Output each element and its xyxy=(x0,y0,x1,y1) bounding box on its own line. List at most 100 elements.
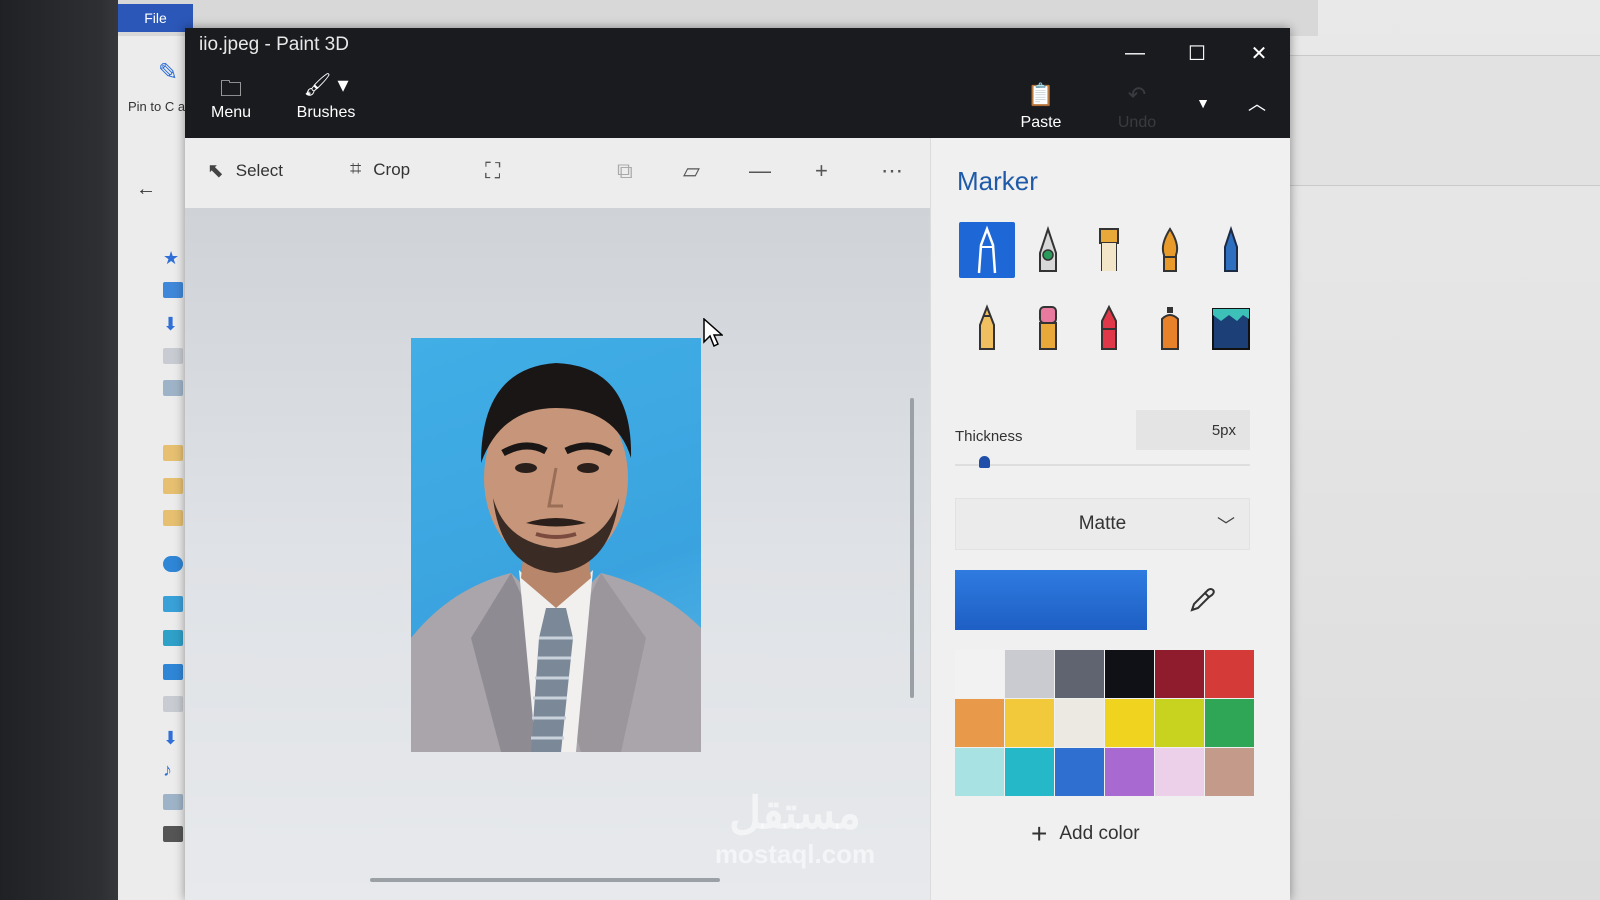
clipboard-icon: 📋 xyxy=(1027,82,1055,107)
panel-title: Marker xyxy=(957,166,1038,196)
canvas-toolbar: ⬉ Select ⌗ Crop ⛶ ⧉ ▱ — + ⋯ xyxy=(185,138,930,208)
cursor-icon: ⬉ xyxy=(207,160,224,182)
horizontal-scrollbar[interactable] xyxy=(370,878,720,882)
eyedropper-button[interactable] xyxy=(1157,570,1247,630)
calligraphy-pen-brush[interactable] xyxy=(1020,222,1076,278)
color-swatch[interactable] xyxy=(1155,748,1204,796)
this-pc-icon[interactable] xyxy=(163,596,183,612)
color-swatch[interactable] xyxy=(1155,650,1204,698)
thickness-slider[interactable] xyxy=(955,464,1250,466)
monitor-bezel xyxy=(0,0,125,900)
folder-icon[interactable] xyxy=(163,445,183,461)
eraser-brush[interactable] xyxy=(1020,300,1076,356)
color-swatch[interactable] xyxy=(1105,748,1154,796)
pixel-pen-brush[interactable] xyxy=(1203,222,1259,278)
finish-dropdown[interactable]: Matte ﹀ xyxy=(955,498,1250,550)
portrait-photo[interactable] xyxy=(411,338,701,752)
fill-brush[interactable] xyxy=(1203,300,1259,356)
pencil-brush[interactable] xyxy=(959,300,1015,356)
thickness-input[interactable]: 5px xyxy=(1136,410,1250,450)
crayon-icon xyxy=(1101,304,1117,350)
portrait-illustration xyxy=(411,363,701,752)
close-button[interactable]: ✕ xyxy=(1237,38,1281,68)
color-swatch[interactable] xyxy=(955,650,1004,698)
color-swatch[interactable] xyxy=(1005,650,1054,698)
history-dropdown-icon[interactable]: ▼ xyxy=(1181,88,1225,118)
minimize-button[interactable]: — xyxy=(1113,38,1157,68)
mixed-reality-icon[interactable]: ⧉ xyxy=(617,158,633,184)
color-swatch[interactable] xyxy=(1005,699,1054,747)
music-icon[interactable]: ♪ xyxy=(163,760,183,780)
folder-icon[interactable] xyxy=(163,478,183,494)
pictures-icon[interactable] xyxy=(163,380,183,396)
paste-button[interactable]: 📋 Paste xyxy=(1015,82,1067,132)
crop-tool[interactable]: ⌗ Crop xyxy=(350,158,410,181)
add-color-button[interactable]: + Add color xyxy=(1031,818,1140,850)
brush-panel: Marker Thickness 5px Matte ﹀ + Add color xyxy=(930,138,1290,900)
back-arrow-icon[interactable]: ← xyxy=(136,178,156,201)
zoom-in-icon[interactable]: + xyxy=(815,158,828,184)
3d-view-icon[interactable]: ▱ xyxy=(683,158,700,184)
onedrive-icon[interactable] xyxy=(163,556,183,572)
file-tab[interactable]: File xyxy=(118,4,193,32)
fill-bucket-icon xyxy=(1212,308,1250,350)
oil-brush[interactable] xyxy=(1081,222,1137,278)
eyedropper-icon xyxy=(1190,588,1215,612)
magic-select-icon[interactable]: ⛶ xyxy=(485,158,500,184)
plus-icon: + xyxy=(1031,818,1048,849)
marker-icon xyxy=(977,225,997,274)
watercolor-brush[interactable] xyxy=(1142,222,1198,278)
downloads-icon[interactable]: ⬇ xyxy=(163,728,183,748)
color-swatch[interactable] xyxy=(1205,748,1254,796)
chevron-down-icon: ﹀ xyxy=(1217,516,1235,536)
undo-button[interactable]: ↶ Undo xyxy=(1111,82,1163,132)
undo-icon: ↶ xyxy=(1127,82,1147,107)
canvas-area[interactable]: مستقل mostaql.com xyxy=(185,208,930,900)
desktop-folder-icon[interactable] xyxy=(163,282,183,298)
color-swatch[interactable] xyxy=(1055,699,1104,747)
marker-brush[interactable] xyxy=(959,222,1015,278)
color-palette xyxy=(955,650,1254,796)
documents-icon[interactable] xyxy=(163,348,183,364)
folder-icon[interactable] xyxy=(163,510,183,526)
color-swatch[interactable] xyxy=(1055,748,1104,796)
downloads-icon[interactable]: ⬇ xyxy=(163,314,183,334)
color-swatch[interactable] xyxy=(955,699,1004,747)
color-swatch[interactable] xyxy=(1205,650,1254,698)
window-title: iio.jpeg - Paint 3D xyxy=(199,34,349,55)
desktop-icon[interactable] xyxy=(163,664,183,680)
select-tool[interactable]: ⬉ Select xyxy=(207,158,283,183)
more-options-icon[interactable]: ⋯ xyxy=(881,158,903,184)
maximize-button[interactable]: ☐ xyxy=(1175,38,1219,68)
vertical-scrollbar[interactable] xyxy=(910,398,914,698)
videos-icon[interactable] xyxy=(163,826,183,842)
3d-objects-icon[interactable] xyxy=(163,630,183,646)
color-swatch[interactable] xyxy=(1155,699,1204,747)
file-explorer-window: File ✎ Pin to C acce ← ★ ⬇ ⬇ ♪ xyxy=(118,0,1318,900)
pixel-pen-icon xyxy=(1224,225,1238,272)
finish-value: Matte xyxy=(1078,513,1127,534)
documents-icon[interactable] xyxy=(163,696,183,712)
quick-access-star-icon[interactable]: ★ xyxy=(163,248,183,268)
mouse-cursor-icon xyxy=(703,318,723,348)
pencil-icon xyxy=(979,304,995,350)
crop-icon: ⌗ xyxy=(350,158,362,180)
spray-can-brush[interactable] xyxy=(1142,300,1198,356)
collapse-ribbon-icon[interactable]: ︿ xyxy=(1235,88,1279,118)
desktop-background xyxy=(1290,0,1600,900)
zoom-out-icon[interactable]: — xyxy=(749,158,771,184)
color-swatch[interactable] xyxy=(1205,699,1254,747)
pictures-icon[interactable] xyxy=(163,794,183,810)
menu-button[interactable]: 🗀 Menu xyxy=(205,72,257,122)
crayon-brush[interactable] xyxy=(1081,300,1137,356)
color-swatch[interactable] xyxy=(1105,699,1154,747)
current-color-swatch[interactable] xyxy=(955,570,1147,630)
watermark: مستقل mostaql.com xyxy=(714,789,876,869)
folder-icon: 🗀 xyxy=(219,76,242,101)
color-swatch[interactable] xyxy=(955,748,1004,796)
brushes-button[interactable]: 🖌 ▾ Brushes xyxy=(291,72,361,122)
thickness-slider-thumb[interactable] xyxy=(978,456,990,468)
color-swatch[interactable] xyxy=(1005,748,1054,796)
color-swatch[interactable] xyxy=(1105,650,1154,698)
color-swatch[interactable] xyxy=(1055,650,1104,698)
